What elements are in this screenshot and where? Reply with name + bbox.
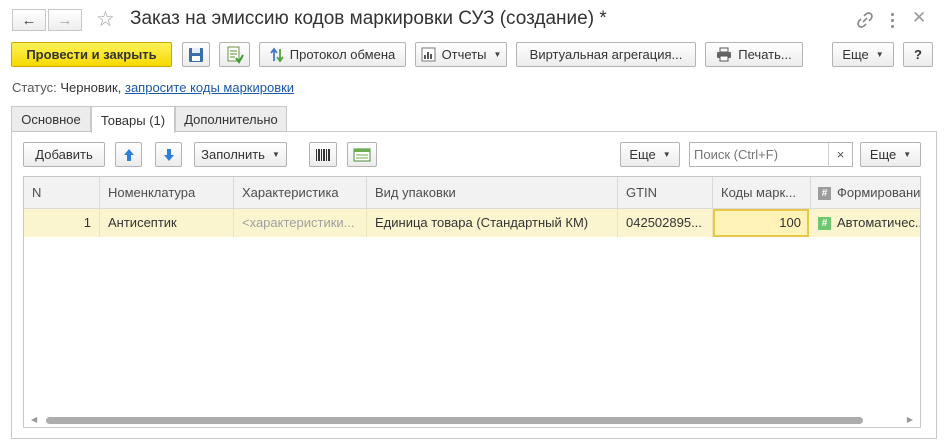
column-header-formation-label: Формировани... (837, 185, 921, 200)
chevron-down-icon: ▼ (875, 50, 884, 59)
scan-barcode-button[interactable] (309, 142, 337, 167)
virtual-aggregation-label: Виртуальная агрегация... (529, 47, 683, 62)
search-input[interactable] (690, 143, 826, 166)
post-and-close-button[interactable]: Провести и закрыть (11, 42, 172, 67)
help-button[interactable]: ? (903, 42, 933, 67)
status-label: Статус: (12, 80, 57, 95)
more-label: Еще (842, 47, 869, 62)
column-header-codes[interactable]: Коды марк... (713, 177, 811, 209)
pick-button[interactable] (347, 142, 377, 167)
chevron-down-icon: ▼ (271, 150, 280, 159)
request-codes-link[interactable]: запросите коды маркировки (125, 80, 294, 95)
table-select-icon (353, 148, 371, 161)
kebab-menu-icon (890, 12, 894, 28)
chevron-down-icon: ▼ (662, 150, 671, 159)
exchange-arrows-icon (270, 47, 284, 62)
print-label: Печать... (738, 47, 792, 62)
chevron-down-icon: ▼ (493, 50, 502, 59)
print-button[interactable]: Печать... (705, 42, 803, 67)
reports-button[interactable]: Отчеты ▼ (415, 42, 507, 67)
arrow-up-icon (123, 148, 134, 161)
table-more-button[interactable]: Еще ▼ (620, 142, 680, 167)
clear-search-button[interactable]: × (828, 143, 852, 166)
tab-main-label: Основное (21, 112, 81, 127)
scrollbar-thumb[interactable] (46, 417, 863, 424)
floppy-disk-icon (189, 47, 203, 62)
move-down-button[interactable] (155, 142, 182, 167)
hash-icon: # (818, 187, 831, 201)
arrow-left-icon: ← (21, 11, 37, 29)
more-right-button[interactable]: Еще ▼ (860, 142, 921, 167)
cell-gtin[interactable]: 042502895... (618, 209, 713, 237)
chevron-down-icon: ▼ (903, 150, 912, 159)
cell-package-type[interactable]: Единица товара (Стандартный КМ) (367, 209, 618, 237)
scroll-left-icon[interactable]: ◀ (31, 415, 37, 424)
printer-icon (717, 47, 732, 62)
favorite-button[interactable]: ☆ (96, 7, 115, 32)
reports-label: Отчеты (441, 47, 487, 62)
status-line: Статус: Черновик, запросите коды маркиро… (12, 80, 294, 95)
tab-main[interactable]: Основное (11, 106, 91, 132)
back-button[interactable]: ← (12, 9, 46, 31)
scroll-right-icon[interactable]: ▶ (907, 415, 913, 424)
post-and-close-label: Провести и закрыть (26, 47, 157, 62)
cell-characteristic[interactable]: <характеристики... (234, 209, 367, 237)
help-label: ? (914, 47, 922, 62)
status-value: Черновик, (60, 80, 122, 95)
virtual-aggregation-button[interactable]: Виртуальная агрегация... (516, 42, 696, 67)
column-header-formation[interactable]: # Формировани... (811, 177, 921, 209)
column-header-characteristic[interactable]: Характеристика (234, 177, 367, 209)
link-button[interactable] (855, 10, 875, 30)
tab-additional-label: Дополнительно (184, 112, 278, 127)
post-button[interactable] (219, 42, 250, 67)
save-button[interactable] (182, 42, 210, 67)
close-button[interactable]: ✕ (912, 8, 926, 28)
exchange-log-label: Протокол обмена (289, 47, 396, 62)
tab-goods-label: Товары (1) (100, 112, 166, 128)
document-post-icon (227, 46, 244, 64)
link-icon (857, 12, 873, 28)
barcode-icon (316, 148, 330, 161)
more-menu-button[interactable] (887, 9, 897, 31)
move-up-button[interactable] (115, 142, 142, 167)
tab-goods[interactable]: Товары (1) (91, 106, 175, 133)
column-header-n[interactable]: N (24, 177, 100, 209)
star-icon: ☆ (96, 8, 115, 31)
search-field[interactable]: × (689, 142, 853, 167)
forward-button[interactable]: → (48, 9, 82, 31)
goods-table[interactable]: N Номенклатура Характеристика Вид упаков… (23, 176, 921, 428)
cell-nomenclature[interactable]: Антисептик (100, 209, 234, 237)
cell-codes[interactable]: 100 (713, 209, 809, 237)
table-more-label: Еще (629, 147, 656, 162)
column-header-gtin[interactable]: GTIN (618, 177, 713, 209)
more-button[interactable]: Еще ▼ (832, 42, 894, 67)
report-icon (421, 47, 436, 62)
horizontal-scrollbar[interactable]: ◀ ▶ (24, 413, 920, 427)
table-header: N Номенклатура Характеристика Вид упаков… (24, 177, 920, 209)
fill-label: Заполнить (201, 147, 265, 162)
arrow-right-icon: → (57, 11, 73, 29)
add-button[interactable]: Добавить (23, 142, 105, 167)
page-title: Заказ на эмиссию кодов маркировки СУЗ (с… (130, 8, 607, 29)
exchange-log-button[interactable]: Протокол обмена (259, 42, 406, 67)
column-header-package-type[interactable]: Вид упаковки (367, 177, 618, 209)
tab-additional[interactable]: Дополнительно (175, 106, 287, 132)
add-label: Добавить (35, 147, 93, 162)
arrow-down-icon (163, 148, 174, 161)
fill-button[interactable]: Заполнить ▼ (194, 142, 287, 167)
close-icon: × (836, 147, 845, 162)
cell-formation-label: Автоматичес... (837, 215, 921, 230)
cell-formation[interactable]: # Автоматичес... (811, 209, 921, 237)
close-icon: ✕ (912, 8, 927, 27)
hash-icon: # (818, 217, 831, 231)
more-right-label: Еще (869, 147, 897, 162)
column-header-nomenclature[interactable]: Номенклатура (100, 177, 234, 209)
table-row[interactable]: 1 Антисептик <характеристики... Единица … (24, 209, 920, 237)
cell-n[interactable]: 1 (24, 209, 100, 237)
